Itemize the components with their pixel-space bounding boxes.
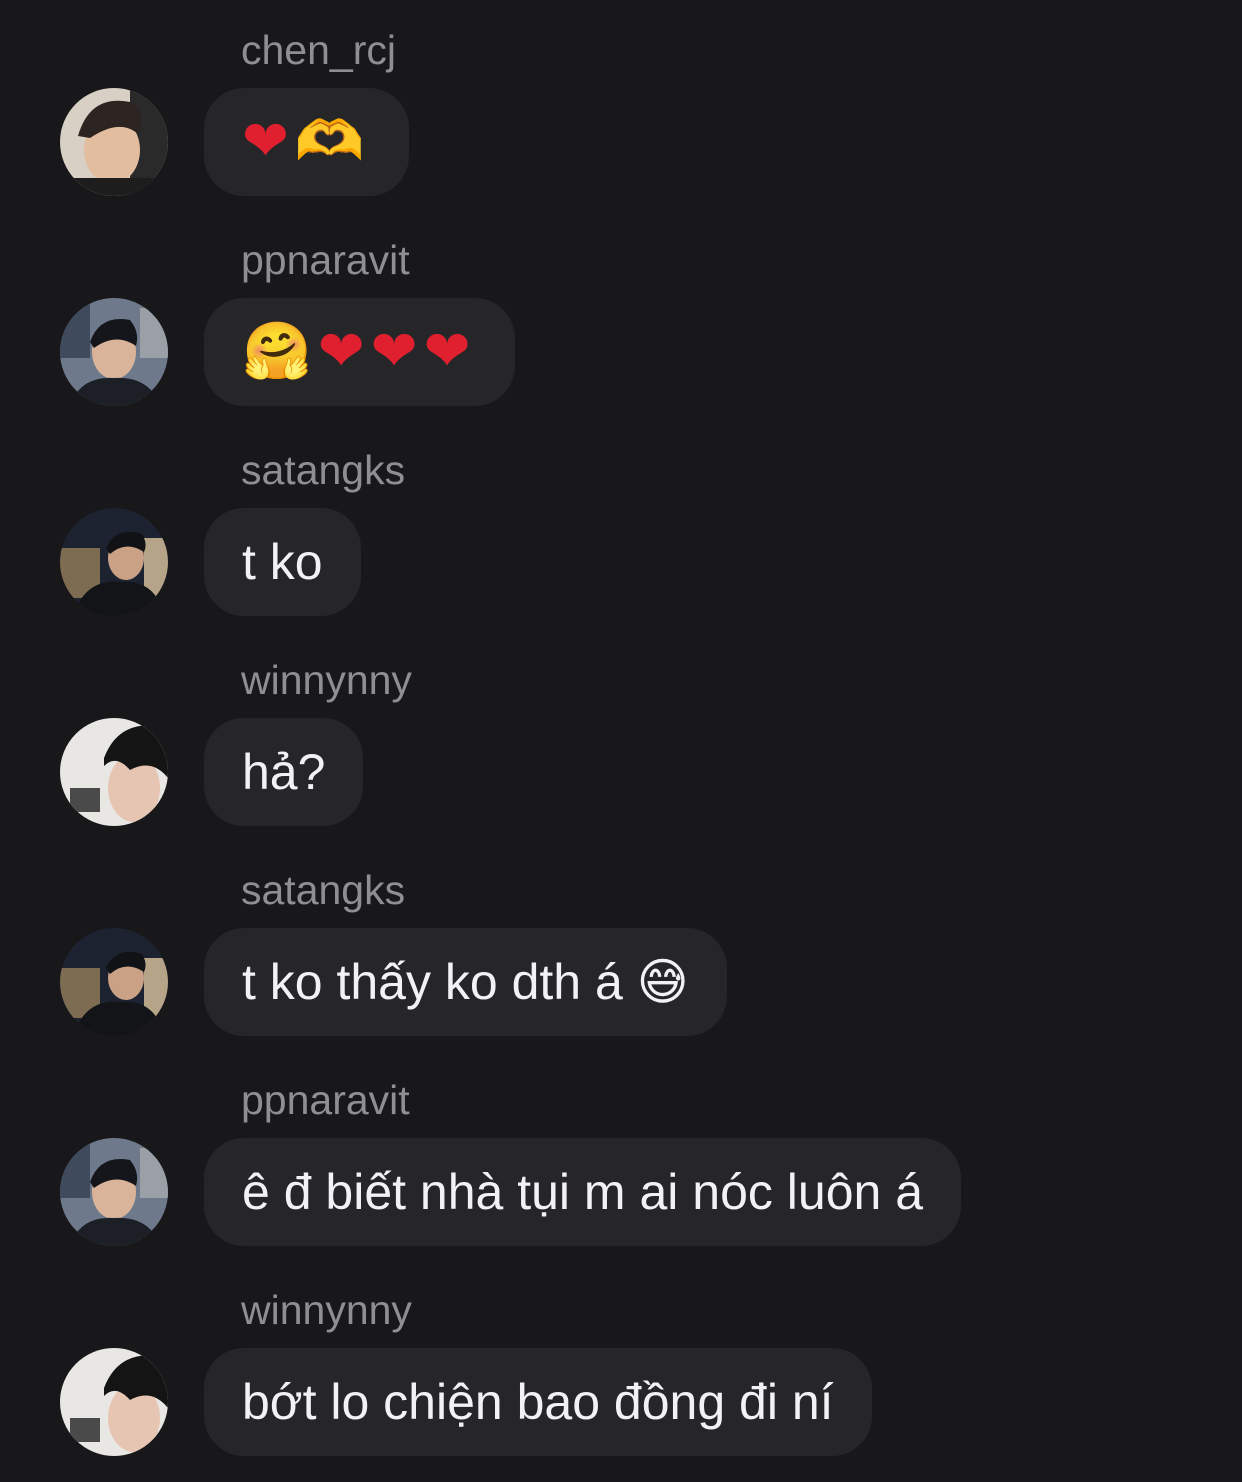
avatar[interactable] (60, 88, 168, 196)
avatar[interactable] (60, 928, 168, 1036)
message-bubble[interactable]: hả? (204, 718, 364, 826)
message-group: chen_rcj ❤🫶 (0, 0, 1242, 210)
avatar[interactable] (60, 718, 168, 826)
message-group: satangks t ko thấy ko dth á 😅 (0, 840, 1242, 1050)
message-bubble[interactable]: t ko (204, 508, 361, 616)
message-group: winnynny bớt lo chiện bao đồng đi ní (0, 1260, 1242, 1470)
avatar-chen-image (60, 88, 168, 196)
message-bubble[interactable]: 🤗❤❤❤ (204, 298, 515, 406)
heart-hands-emoji: 🫶 (294, 109, 371, 174)
avatar-satangks-image (60, 928, 168, 1036)
avatar-winnynny-image (60, 1348, 168, 1456)
heart-emoji: ❤ (317, 319, 371, 384)
avatar[interactable] (60, 298, 168, 406)
sender-username[interactable]: ppnaravit (241, 236, 410, 284)
avatar[interactable] (60, 1138, 168, 1246)
avatar-ppnaravit-image (60, 298, 168, 406)
sender-username[interactable]: winnynny (241, 1286, 412, 1334)
message-bubble[interactable]: t ko thấy ko dth á 😅 (204, 928, 727, 1036)
hugging-face-emoji: 🤗 (242, 319, 318, 384)
message-bubble[interactable]: ê đ biết nhà tụi m ai nóc luôn á (204, 1138, 962, 1246)
message-group: satangks t ko (0, 420, 1242, 630)
sender-username[interactable]: satangks (241, 446, 405, 494)
message-group: winnynny hả? (0, 630, 1242, 840)
avatar-satangks-image (60, 508, 168, 616)
message-group: ppnaravit ê đ biết nhà tụi m ai nóc luôn… (0, 1050, 1242, 1260)
avatar[interactable] (60, 508, 168, 616)
sender-username[interactable]: satangks (241, 866, 405, 914)
avatar-ppnaravit-image (60, 1138, 168, 1246)
avatar[interactable] (60, 1348, 168, 1456)
message-group: ppnaravit 🤗❤❤❤ (0, 210, 1242, 420)
sender-username[interactable]: ppnaravit (241, 1076, 410, 1124)
sender-username[interactable]: winnynny (241, 656, 412, 704)
heart-emoji: ❤ (242, 109, 295, 174)
message-bubble[interactable]: bớt lo chiện bao đồng đi ní (204, 1348, 872, 1456)
sender-username[interactable]: chen_rcj (241, 26, 396, 74)
chat-thread: chen_rcj ❤🫶 ppnaravit 🤗❤❤❤ satangks t ko… (0, 0, 1242, 1482)
avatar-winnynny-image (60, 718, 168, 826)
message-bubble[interactable]: ❤🫶 (204, 88, 409, 196)
heart-emoji: ❤ (423, 319, 477, 384)
heart-emoji: ❤ (370, 319, 424, 384)
